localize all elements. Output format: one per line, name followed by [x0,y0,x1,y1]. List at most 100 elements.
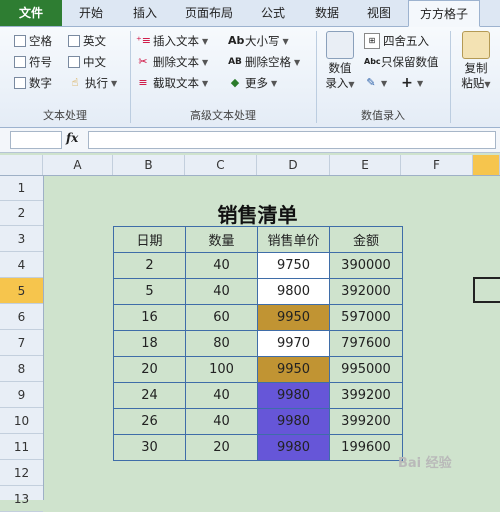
row-header-4[interactable]: 4 [0,252,43,278]
cell-date[interactable]: 26 [113,408,186,435]
tab-insert[interactable]: 插入 [122,0,168,26]
dropdown-arrow-icon: ▼ [417,78,424,88]
cell-quantity[interactable]: 80 [185,330,258,357]
sheet-title[interactable]: 销售清单 [114,199,401,228]
header-cell-amount[interactable]: 金额 [329,226,403,253]
dropdown-arrow-icon: ▼ [271,78,278,88]
active-cell-selection[interactable] [473,277,500,303]
row-header-10[interactable]: 10 [0,408,43,434]
row-header-1[interactable]: 1 [0,176,43,201]
header-cell-date[interactable]: 日期 [113,226,186,253]
pencil-icon: ✎ [366,76,376,89]
cell-amount[interactable]: 199600 [329,434,403,461]
numeric-entry-button[interactable]: 数值 录入▼ [318,31,362,92]
cell-date[interactable]: 20 [113,356,186,383]
cell-quantity[interactable]: 20 [185,434,258,461]
cell-date[interactable]: 2 [113,252,186,279]
column-header-g[interactable] [473,155,500,175]
group-label-text: 文本处理 [43,109,87,122]
cell-unit-price[interactable]: 9750 [257,252,330,279]
cell-quantity[interactable]: 40 [185,278,258,305]
cell-unit-price[interactable]: 9950 [257,304,330,331]
more-button[interactable]: ◆ 更多 ▼ [228,74,277,92]
row-header-12[interactable]: 12 [0,460,43,486]
row-header-3[interactable]: 3 [0,226,43,252]
space-checkbox[interactable]: 空格 [14,32,52,50]
copy-paste-button[interactable]: 复制 粘贴▼ [454,31,498,92]
cell-date[interactable]: 16 [113,304,186,331]
edit-button[interactable]: ✎ ▼ [364,74,387,92]
dropdown-arrow-icon: ▼ [348,80,355,89]
column-header-d[interactable]: D [257,155,330,175]
cell-date[interactable]: 24 [113,382,186,409]
number-checkbox[interactable]: 数字 [14,74,52,92]
tab-view[interactable]: 视图 [356,0,402,26]
formula-input[interactable] [88,131,496,149]
fx-icon[interactable]: fx [66,131,78,145]
cell-unit-price[interactable]: 9950 [257,356,330,383]
tab-page-layout[interactable]: 页面布局 [176,0,242,26]
column-header-e[interactable]: E [330,155,401,175]
table-row: 20 100 9950 995000 [113,356,403,383]
row-header-11[interactable]: 11 [0,434,43,460]
row-headers: 1 2 3 4 5 6 7 8 9 10 11 12 13 [0,176,44,512]
cell-unit-price[interactable]: 9980 [257,382,330,409]
cell-quantity[interactable]: 100 [185,356,258,383]
execute-button[interactable]: ☝ 执行 ▼ [68,74,118,92]
cell-unit-price[interactable]: 9980 [257,408,330,435]
row-header-9[interactable]: 9 [0,382,43,408]
cell-unit-price[interactable]: 9980 [257,434,330,461]
english-checkbox[interactable]: 英文 [68,32,106,50]
cell-quantity[interactable]: 40 [185,382,258,409]
cell-amount[interactable]: 797600 [329,330,403,357]
chinese-checkbox[interactable]: 中文 [68,53,106,71]
row-header-5[interactable]: 5 [0,278,43,304]
column-header-a[interactable]: A [43,155,113,175]
cell-amount[interactable]: 390000 [329,252,403,279]
cell-amount[interactable]: 392000 [329,278,403,305]
keep-values-button[interactable]: Abc 只保留数值 [364,53,439,71]
name-box[interactable] [10,131,62,149]
column-header-b[interactable]: B [113,155,185,175]
header-cell-unit-price[interactable]: 销售单价 [257,226,330,253]
group-label-numeric: 数值录入 [361,109,405,122]
column-header-c[interactable]: C [185,155,257,175]
cell-amount[interactable]: 597000 [329,304,403,331]
tab-file[interactable]: 文件 [0,0,62,26]
tab-data[interactable]: 数据 [304,0,350,26]
plus-button[interactable]: + ▼ [400,74,423,92]
cell-quantity[interactable]: 40 [185,252,258,279]
tab-home[interactable]: 开始 [68,0,114,26]
column-header-f[interactable]: F [401,155,473,175]
insert-text-button[interactable]: ⁺≡ 插入文本 ▼ [136,32,208,50]
dropdown-arrow-icon: ▼ [381,78,388,88]
round-button[interactable]: ⊞ 四舍五入 [364,32,429,50]
cell-date[interactable]: 18 [113,330,186,357]
watermark: Bai 经验 [398,456,452,471]
cell-unit-price[interactable]: 9800 [257,278,330,305]
extract-text-button[interactable]: ≡ 截取文本 ▼ [136,74,208,92]
dropdown-arrow-icon: ▼ [282,36,289,46]
cell-amount[interactable]: 995000 [329,356,403,383]
cell-amount[interactable]: 399200 [329,408,403,435]
cell-date[interactable]: 5 [113,278,186,305]
row-header-7[interactable]: 7 [0,330,43,356]
cell-amount[interactable]: 399200 [329,382,403,409]
ribbon: 空格 英文 符号 中文 数字 ☝ 执行 ▼ 文本处理 ⁺≡ 插入文本 ▼ ✂ 删除文本 ▼ … [0,27,500,128]
row-header-13[interactable]: 13 [0,486,43,512]
row-header-2[interactable]: 2 [0,201,43,226]
header-cell-quantity[interactable]: 数量 [185,226,258,253]
cell-quantity[interactable]: 60 [185,304,258,331]
tab-formulas[interactable]: 公式 [250,0,296,26]
symbol-checkbox[interactable]: 符号 [14,53,52,71]
cell-quantity[interactable]: 40 [185,408,258,435]
cell-unit-price[interactable]: 9970 [257,330,330,357]
case-button[interactable]: Ab 大小写 ▼ [228,32,289,50]
row-header-8[interactable]: 8 [0,356,43,382]
select-all-corner[interactable] [0,155,43,175]
delete-text-button[interactable]: ✂ 删除文本 ▼ [136,53,208,71]
tab-fangfang[interactable]: 方方格子 [408,0,480,27]
row-header-6[interactable]: 6 [0,304,43,330]
delete-space-button[interactable]: AB 删除空格 ▼ [228,53,300,71]
cell-date[interactable]: 30 [113,434,186,461]
